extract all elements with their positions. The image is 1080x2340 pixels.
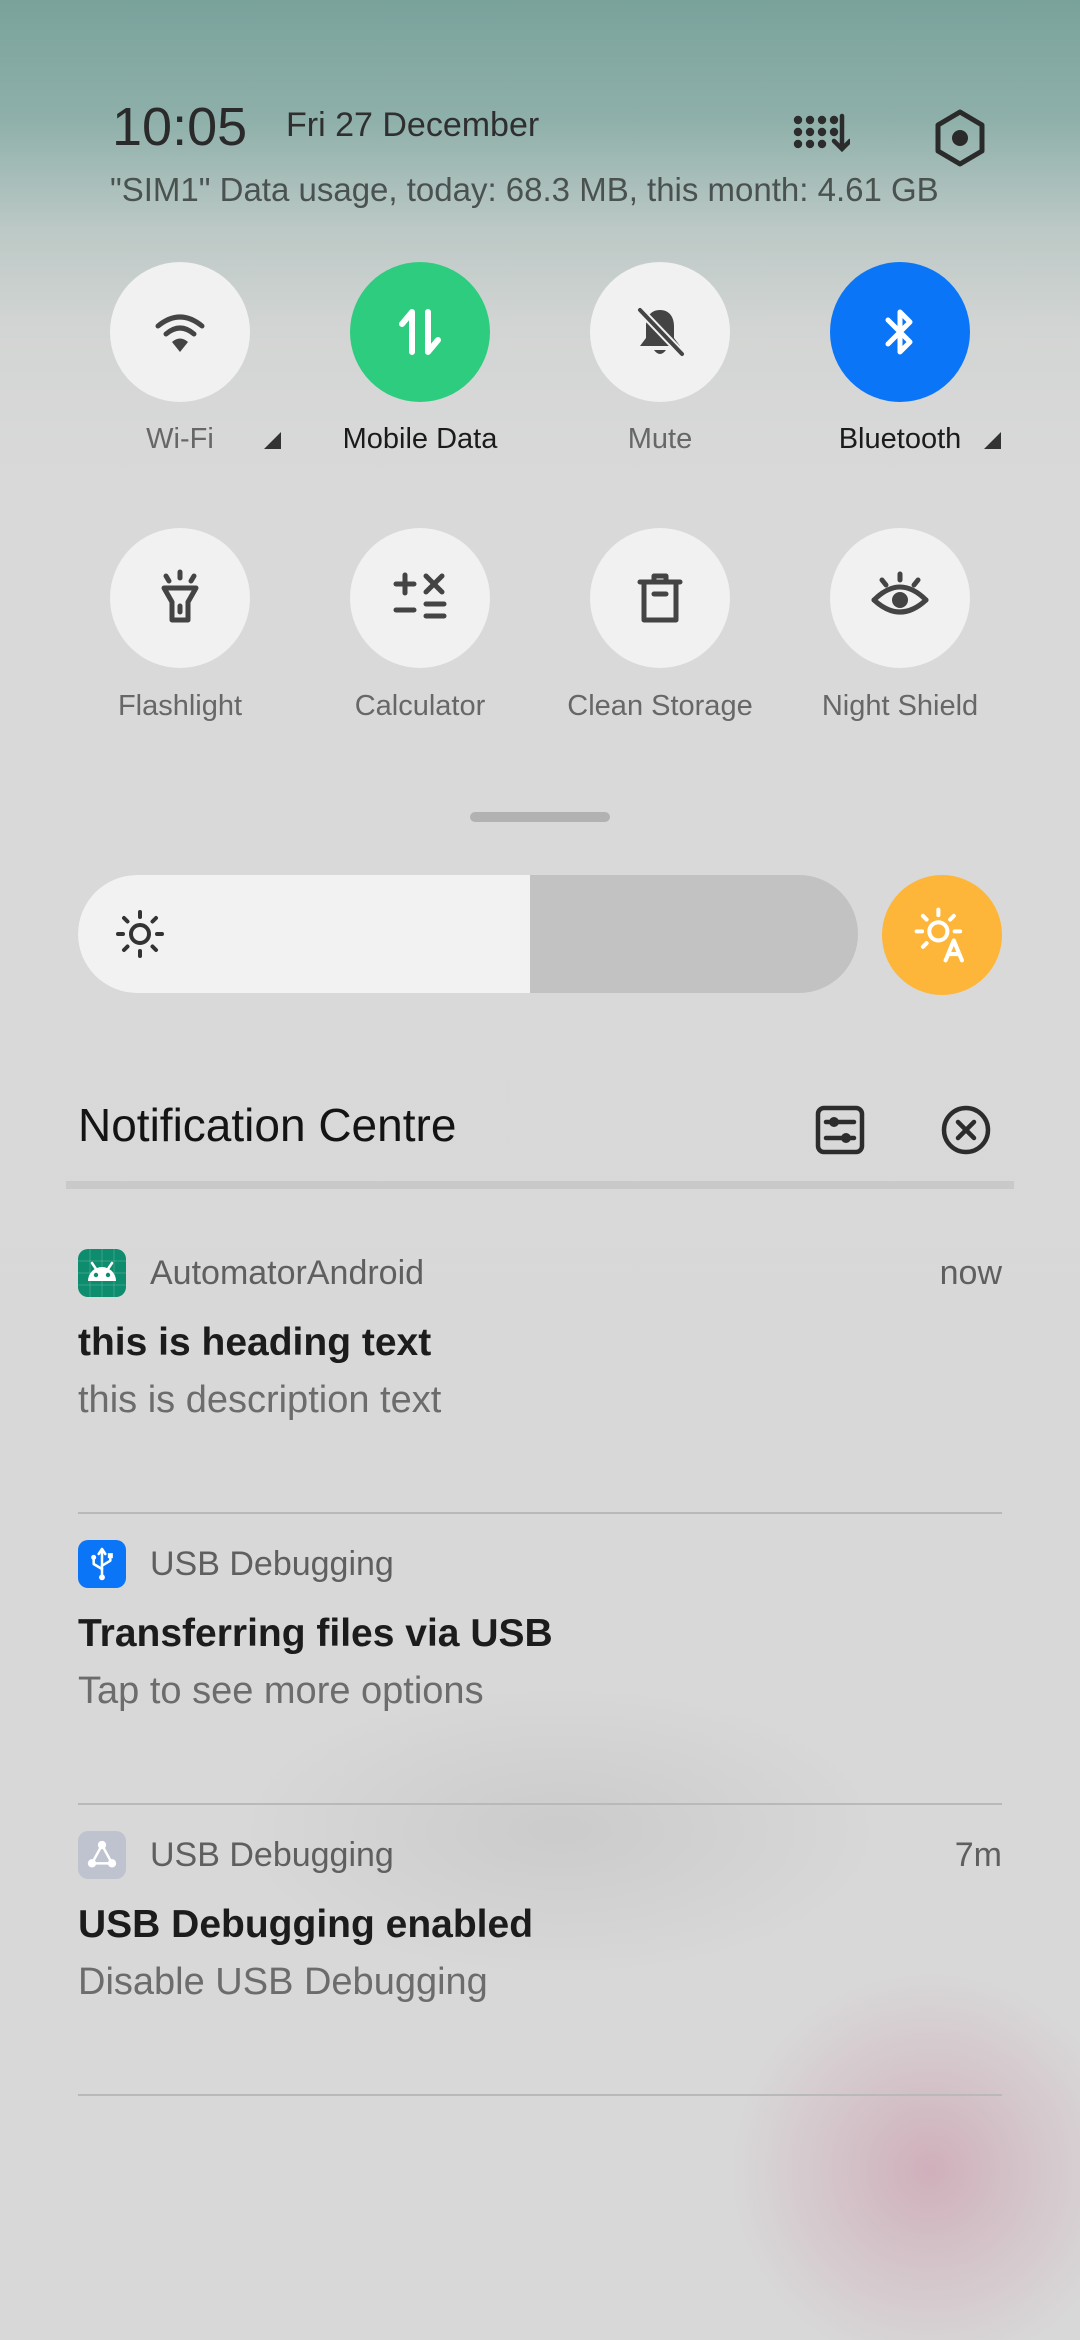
notification-centre-title: Notification Centre bbox=[78, 1099, 457, 1151]
eye-icon bbox=[871, 571, 929, 615]
flashlight-label: Flashlight bbox=[117, 690, 243, 722]
notification-app-name: USB Debugging bbox=[150, 1545, 394, 1583]
night-shield-label: Night Shield bbox=[821, 690, 979, 722]
night-shield-toggle[interactable] bbox=[830, 528, 970, 668]
notification-item[interactable]: AutomatorAndroid now this is heading tex… bbox=[78, 1224, 1002, 1514]
mobile-data-icon bbox=[399, 309, 441, 355]
flashlight-icon bbox=[161, 569, 199, 623]
notification-separator bbox=[78, 2094, 1002, 2096]
usb-icon bbox=[78, 1540, 126, 1588]
notification-item[interactable]: USB Debugging 7m USB Debugging enabled D… bbox=[78, 1806, 1002, 2096]
mobile-data-label: Mobile Data bbox=[342, 423, 498, 455]
notification-settings-icon[interactable] bbox=[812, 1102, 868, 1158]
notification-title: Transferring files via USB bbox=[78, 1612, 553, 1655]
settings-icon[interactable] bbox=[930, 108, 990, 168]
notification-item[interactable]: USB Debugging Transferring files via USB… bbox=[78, 1515, 1002, 1805]
wifi-icon bbox=[155, 314, 205, 352]
notification-description: Tap to see more options bbox=[78, 1670, 484, 1712]
mute-toggle[interactable] bbox=[590, 262, 730, 402]
notification-time: 7m bbox=[954, 1836, 1002, 1874]
notification-title: this is heading text bbox=[78, 1321, 432, 1364]
notification-app-name: AutomatorAndroid bbox=[150, 1254, 425, 1292]
sun-icon bbox=[116, 910, 164, 958]
clock-time: 10:05 bbox=[112, 97, 248, 157]
wifi-expand-icon[interactable] bbox=[264, 432, 281, 449]
notification-time: now bbox=[939, 1254, 1002, 1292]
notification-description: this is description text bbox=[78, 1379, 442, 1421]
notification-separator bbox=[78, 1803, 1002, 1805]
notification-description: Disable USB Debugging bbox=[78, 1961, 488, 2003]
mute-label: Mute bbox=[627, 423, 693, 455]
clear-all-icon[interactable] bbox=[938, 1102, 994, 1158]
data-usage-text: "SIM1" Data usage, today: 68.3 MB, this … bbox=[110, 171, 939, 208]
grid-edit-icon[interactable] bbox=[790, 108, 850, 168]
notification-title: USB Debugging enabled bbox=[78, 1903, 534, 1946]
calculator-button[interactable] bbox=[350, 528, 490, 668]
clean-storage-label: Clean Storage bbox=[567, 690, 753, 722]
debug-icon bbox=[78, 1831, 126, 1879]
android-icon bbox=[78, 1249, 126, 1297]
wifi-toggle[interactable] bbox=[110, 262, 250, 402]
notification-separator bbox=[78, 1512, 1002, 1514]
bluetooth-toggle[interactable] bbox=[830, 262, 970, 402]
auto-brightness-icon bbox=[914, 907, 964, 963]
clean-storage-button[interactable] bbox=[590, 528, 730, 668]
calculator-icon bbox=[393, 572, 447, 619]
bluetooth-expand-icon[interactable] bbox=[984, 432, 1001, 449]
calculator-label: Calculator bbox=[354, 690, 486, 722]
auto-brightness-button[interactable] bbox=[882, 875, 1002, 995]
bluetooth-icon bbox=[885, 309, 913, 355]
trash-icon bbox=[637, 573, 683, 623]
mobile-data-toggle[interactable] bbox=[350, 262, 490, 402]
notification-divider bbox=[66, 1181, 1014, 1189]
bell-off-icon bbox=[637, 307, 685, 357]
brightness-slider[interactable] bbox=[78, 875, 858, 993]
drag-handle[interactable] bbox=[470, 812, 610, 822]
notification-app-name: USB Debugging bbox=[150, 1836, 394, 1874]
clock-date: Fri 27 December bbox=[286, 106, 540, 144]
flashlight-toggle[interactable] bbox=[110, 528, 250, 668]
